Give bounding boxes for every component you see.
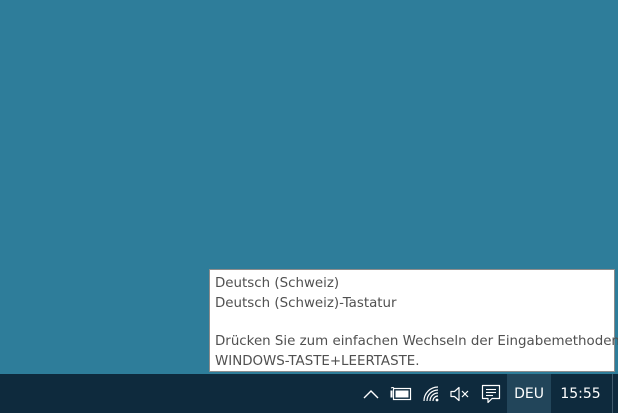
- input-language-button[interactable]: DEU: [507, 374, 551, 413]
- tooltip-spacer: [215, 313, 609, 332]
- volume-button[interactable]: [448, 374, 472, 413]
- taskbar: DEU 15:55: [0, 374, 618, 413]
- show-hidden-icons-button[interactable]: [360, 374, 382, 413]
- volume-muted-icon: [450, 386, 469, 401]
- chevron-up-icon: [363, 389, 379, 398]
- tooltip-hint-line2: WINDOWS-TASTE+LEERTASTE.: [215, 353, 420, 369]
- tooltip-keyboard-layout: Deutsch (Schweiz)-Tastatur: [215, 295, 397, 311]
- battery-icon: [390, 386, 412, 400]
- action-center-button[interactable]: [478, 374, 504, 413]
- input-method-tooltip: Deutsch (Schweiz) Deutsch (Schweiz)-Tast…: [209, 269, 618, 372]
- wifi-icon: [423, 385, 439, 401]
- action-center-icon: [481, 384, 501, 403]
- clock-button[interactable]: 15:55: [553, 374, 608, 413]
- tooltip-hint-line1: Drücken Sie zum einfachen Wechseln der E…: [215, 334, 618, 349]
- battery-button[interactable]: [388, 374, 414, 413]
- network-button[interactable]: [420, 374, 444, 413]
- show-desktop-button[interactable]: [612, 374, 618, 413]
- tooltip-language: Deutsch (Schweiz): [215, 276, 340, 291]
